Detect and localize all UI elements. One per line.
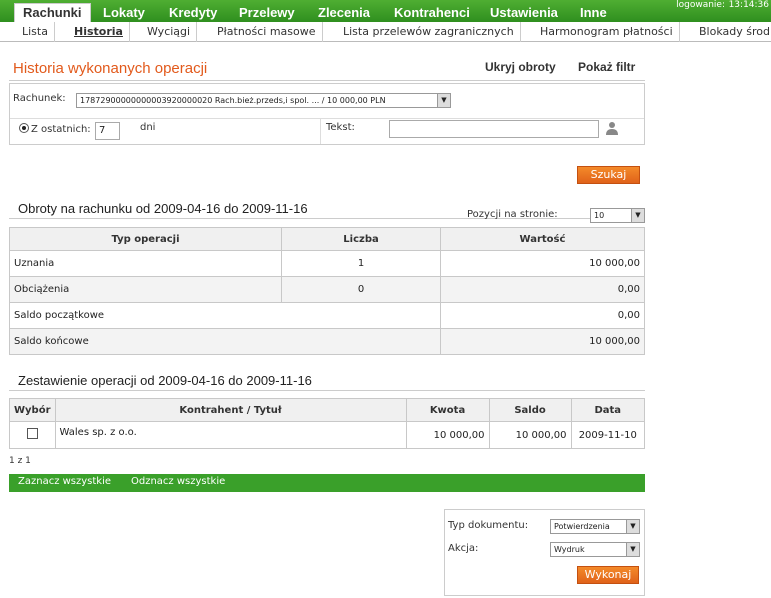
col-header-date: Data bbox=[570, 398, 646, 422]
tab-ustawienia[interactable]: Ustawienia bbox=[490, 4, 558, 22]
col-header-count: Liczba bbox=[281, 227, 441, 251]
doc-type-value: Potwierdzenia bbox=[554, 522, 610, 531]
action-select[interactable]: Wydruk ▼ bbox=[550, 542, 640, 557]
subtab-wyciagi[interactable]: Wyciągi bbox=[141, 22, 198, 42]
pager: 1 z 1 bbox=[9, 456, 31, 466]
row-party[interactable]: Wales sp. z o.o. bbox=[54, 421, 407, 449]
chevron-down-icon[interactable]: ▼ bbox=[437, 94, 450, 107]
chevron-down-icon[interactable]: ▼ bbox=[626, 520, 639, 533]
col-header-party: Kontrahent / Tytuł bbox=[54, 398, 407, 422]
col-header-balance: Saldo bbox=[488, 398, 572, 422]
chevron-down-icon[interactable]: ▼ bbox=[631, 209, 644, 222]
subtab-lista[interactable]: Lista bbox=[16, 22, 55, 42]
row-value: 10 000,00 bbox=[440, 250, 645, 277]
last-days-input[interactable]: 7 bbox=[95, 122, 120, 140]
account-select[interactable]: 17872900000000003920000020 Rach.bież.prz… bbox=[76, 93, 451, 108]
row-count: 0 bbox=[281, 276, 441, 303]
row-amount: 10 000,00 bbox=[405, 421, 490, 449]
per-page-value: 10 bbox=[594, 211, 605, 220]
subtab-historia[interactable]: Historia bbox=[68, 22, 130, 42]
selection-bar: Zaznacz wszystkie Odznacz wszystkie bbox=[9, 474, 645, 492]
table-row: Obciążenia 0 0,00 bbox=[9, 276, 645, 303]
opening-balance-value: 0,00 bbox=[440, 302, 645, 329]
action-label: Akcja: bbox=[448, 543, 479, 554]
document-action-panel: Typ dokumentu: Potwierdzenia ▼ Akcja: Wy… bbox=[444, 509, 645, 596]
tab-kredyty[interactable]: Kredyty bbox=[169, 4, 217, 22]
subtab-platnosci-masowe[interactable]: Płatności masowe bbox=[211, 22, 323, 42]
text-search-input[interactable] bbox=[389, 120, 599, 138]
closing-balance-value: 10 000,00 bbox=[440, 328, 645, 355]
text-label: Tekst: bbox=[326, 122, 355, 133]
opening-balance-label: Saldo początkowe bbox=[9, 302, 441, 329]
login-label: logowanie: bbox=[676, 0, 725, 10]
tab-rachunki[interactable]: Rachunki bbox=[14, 3, 91, 23]
hide-turnover-link[interactable]: Ukryj obroty bbox=[485, 60, 556, 74]
closing-balance-label: Saldo końcowe bbox=[9, 328, 441, 355]
row-balance: 10 000,00 bbox=[488, 421, 572, 449]
page-title: Historia wykonanych operacji bbox=[13, 60, 208, 77]
execute-button[interactable]: Wykonaj bbox=[577, 566, 639, 584]
per-page-label: Pozycji na stronie: bbox=[467, 209, 558, 220]
doc-type-label: Typ dokumentu: bbox=[448, 520, 529, 531]
tab-inne[interactable]: Inne bbox=[580, 4, 607, 22]
operations-title: Zestawienie operacji od 2009-04-16 do 20… bbox=[9, 373, 645, 391]
show-filter-link[interactable]: Pokaż filtr bbox=[578, 60, 635, 74]
table-row: Uznania 1 10 000,00 bbox=[9, 250, 645, 277]
turnover-table: Typ operacji Liczba Wartość Uznania 1 10… bbox=[9, 227, 645, 355]
row-select-cell bbox=[9, 421, 56, 449]
row-type: Uznania bbox=[9, 250, 282, 277]
last-days-radio[interactable] bbox=[19, 123, 29, 133]
session-clock: 13:14:36 bbox=[728, 0, 769, 10]
account-label: Rachunek: bbox=[13, 93, 66, 104]
tab-lokaty[interactable]: Lokaty bbox=[103, 4, 145, 22]
operations-title-text: Zestawienie operacji od 2009-04-16 do 20… bbox=[18, 373, 312, 388]
row-type: Obciążenia bbox=[9, 276, 282, 303]
row-value: 0,00 bbox=[440, 276, 645, 303]
per-page-select[interactable]: 10 ▼ bbox=[590, 208, 645, 223]
select-all-link[interactable]: Zaznacz wszystkie bbox=[18, 476, 111, 487]
doc-type-select[interactable]: Potwierdzenia ▼ bbox=[550, 519, 640, 534]
tab-kontrahenci[interactable]: Kontrahenci bbox=[394, 4, 470, 22]
table-row[interactable]: Wales sp. z o.o. 10 000,00 10 000,00 200… bbox=[9, 421, 646, 449]
operations-table: Wybór Kontrahent / Tytuł Kwota Saldo Dat… bbox=[9, 398, 646, 449]
deselect-all-link[interactable]: Odznacz wszystkie bbox=[131, 476, 225, 487]
filter-panel: Rachunek: 17872900000000003920000020 Rac… bbox=[9, 83, 645, 145]
contact-picker-icon[interactable] bbox=[606, 121, 618, 135]
subtab-przelewy-zagraniczne[interactable]: Lista przelewów zagranicznych bbox=[337, 22, 521, 42]
table-row: Saldo początkowe 0,00 bbox=[9, 302, 645, 329]
main-nav: Rachunki Lokaty Kredyty Przelewy Zleceni… bbox=[0, 0, 771, 23]
tab-zlecenia[interactable]: Zlecenia bbox=[318, 4, 370, 22]
page-header: Historia wykonanych operacji Ukryj obrot… bbox=[9, 57, 645, 81]
last-days-label: Z ostatnich: bbox=[31, 124, 91, 135]
turnover-title-text: Obroty na rachunku od 2009-04-16 do 2009… bbox=[18, 201, 308, 216]
action-value: Wydruk bbox=[554, 545, 585, 554]
tab-przelewy[interactable]: Przelewy bbox=[239, 4, 295, 22]
col-header-amount: Kwota bbox=[405, 398, 490, 422]
subtab-blokady[interactable]: Blokady środk bbox=[693, 22, 771, 42]
chevron-down-icon[interactable]: ▼ bbox=[626, 543, 639, 556]
search-button[interactable]: Szukaj bbox=[577, 166, 640, 184]
row-count: 1 bbox=[281, 250, 441, 277]
row-date: 2009-11-10 bbox=[570, 421, 646, 449]
row-checkbox[interactable] bbox=[26, 428, 38, 439]
sub-nav: Lista Historia Wyciągi Płatności masowe … bbox=[0, 22, 771, 42]
col-header-select: Wybór bbox=[9, 398, 56, 422]
table-row: Saldo końcowe 10 000,00 bbox=[9, 328, 645, 355]
account-select-value: 17872900000000003920000020 Rach.bież.prz… bbox=[80, 96, 386, 105]
col-header-value: Wartość bbox=[440, 227, 645, 251]
days-label: dni bbox=[140, 122, 156, 133]
subtab-harmonogram[interactable]: Harmonogram płatności bbox=[534, 22, 680, 42]
col-header-type: Typ operacji bbox=[9, 227, 282, 251]
